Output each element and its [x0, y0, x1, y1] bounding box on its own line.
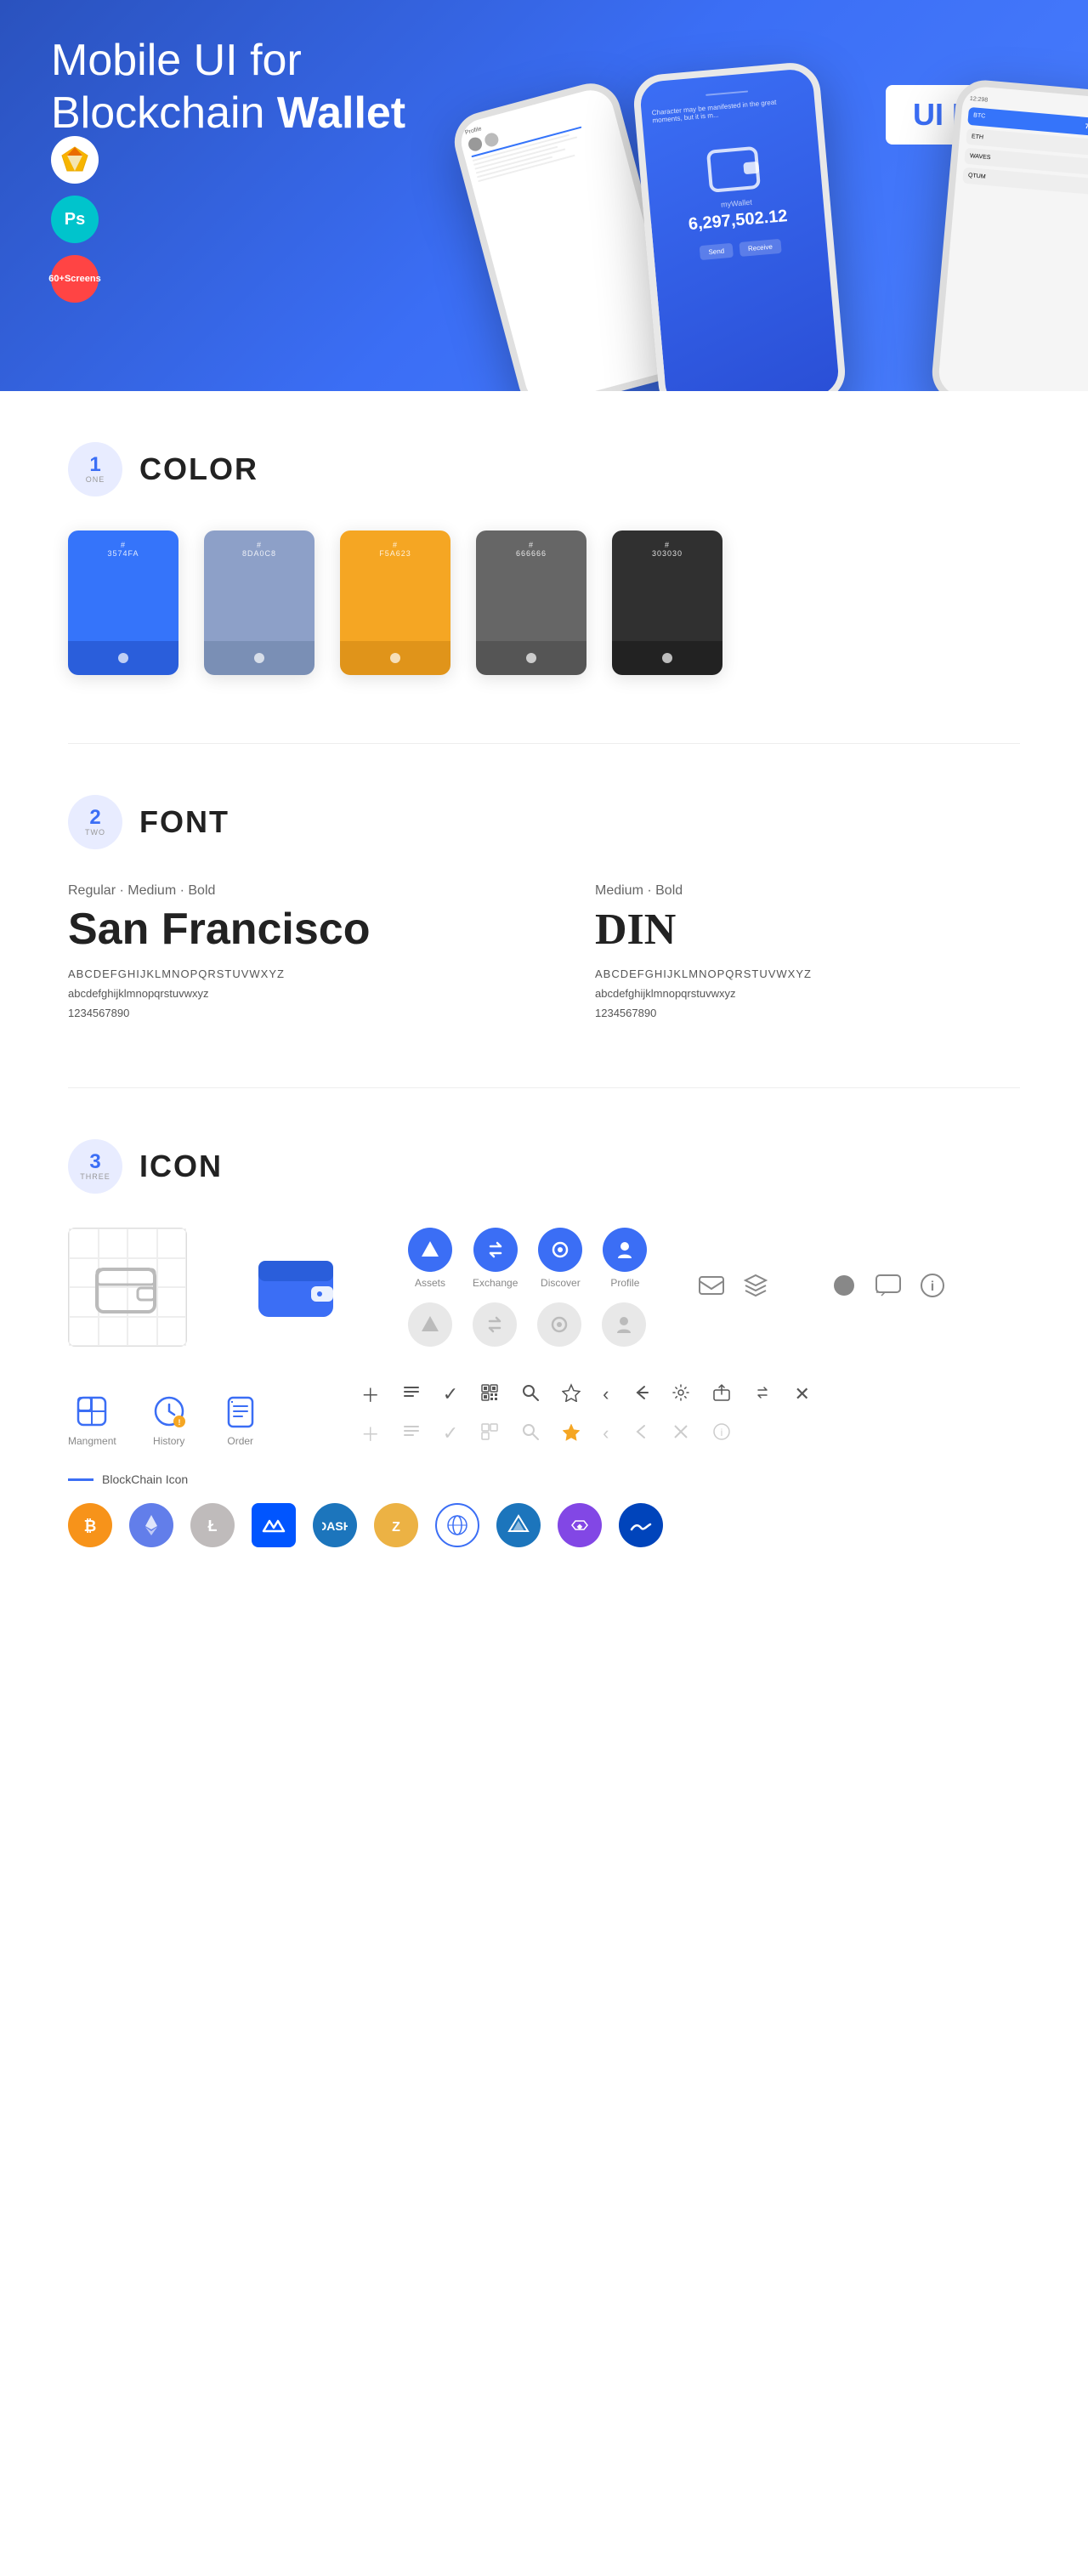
nav-icons-group: Assets Exchange Di — [408, 1228, 647, 1347]
icon-order: Order — [222, 1393, 259, 1447]
extra-icons-group: i — [698, 1272, 946, 1303]
crypto-waves2 — [619, 1503, 663, 1547]
icon-assets: Assets — [408, 1228, 452, 1289]
phone-center: Character may be manifested in the great… — [632, 60, 847, 391]
swap-icon — [753, 1383, 772, 1406]
icon-discover: Discover — [538, 1228, 582, 1289]
font-columns: Regular · Medium · Bold San Francisco AB… — [68, 883, 1020, 1019]
chevron-left-icon: ‹ — [603, 1383, 609, 1405]
crypto-polygon: ◆ — [558, 1503, 602, 1547]
circle-icon — [830, 1272, 858, 1303]
swatch-grayblue: # 8DA0C8 — [204, 531, 314, 675]
phone-right: 12:298708·2003 BTC788-2003 ETH564-912 WA… — [930, 78, 1088, 391]
font-din: Medium · Bold DIN ABCDEFGHIJKLMNOPQRSTUV… — [595, 883, 1020, 1019]
layers-icon — [742, 1272, 769, 1303]
icon-discover-gray — [537, 1302, 581, 1347]
plus-icon: ＋ — [361, 1381, 380, 1408]
svg-text:Ł: Ł — [208, 1518, 218, 1535]
svg-text:Z: Z — [392, 1520, 400, 1535]
icon-history: ! History — [150, 1393, 188, 1447]
font-number: 2 TWO — [68, 795, 122, 849]
chevron-left-icon-faded: ‹ — [603, 1422, 609, 1444]
icon-title: ICON — [139, 1149, 223, 1184]
search-icon — [521, 1383, 540, 1406]
icon-section-header: 3 THREE ICON — [68, 1139, 1020, 1194]
color-swatches: # 3574FA # 8DA0C8 # F5A623 — [68, 531, 1020, 675]
info-icon: i — [919, 1272, 946, 1303]
crypto-strat — [496, 1503, 541, 1547]
icon-exchange: Exchange — [473, 1228, 518, 1289]
share-icon — [631, 1383, 649, 1406]
tool-icons: Ps 60+Screens — [51, 136, 99, 303]
icon-profile: Profile — [603, 1228, 647, 1289]
list-icon — [402, 1383, 421, 1406]
color-section-header: 1 ONE COLOR — [68, 442, 1020, 496]
crypto-zec: Z — [374, 1503, 418, 1547]
icon-grid-outline — [68, 1228, 187, 1347]
icon-guideline-row: Assets Exchange Di — [68, 1228, 1020, 1347]
sketch-icon — [51, 136, 99, 184]
crypto-dash: DASH — [313, 1503, 357, 1547]
blockchain-section: BlockChain Icon ₿ Ł — [68, 1472, 1020, 1547]
swatch-dark: # 303030 — [612, 531, 722, 675]
svg-text:i: i — [721, 1427, 723, 1438]
list-icon-faded — [402, 1422, 421, 1445]
svg-text:₿: ₿ — [84, 1518, 97, 1535]
moon-icon — [786, 1272, 813, 1303]
crypto-waves — [252, 1503, 296, 1547]
star-filled-icon — [562, 1422, 581, 1445]
qr-icon-faded — [480, 1422, 499, 1445]
icon-profile-gray — [602, 1302, 646, 1347]
screens-badge: 60+Screens — [51, 255, 99, 303]
main-content: 1 ONE COLOR # 3574FA # 8DA0C8 — [0, 391, 1088, 1649]
icon-exchange-gray — [473, 1302, 517, 1347]
svg-text:◆: ◆ — [576, 1523, 583, 1530]
font-san-francisco: Regular · Medium · Bold San Francisco AB… — [68, 883, 493, 1019]
info-icon-faded: i — [712, 1422, 731, 1445]
swatch-blue: # 3574FA — [68, 531, 178, 675]
crypto-ltc: Ł — [190, 1503, 235, 1547]
font-section: 2 TWO FONT Regular · Medium · Bold San F… — [68, 795, 1020, 1019]
check-icon-faded: ✓ — [443, 1422, 458, 1444]
search-icon-faded — [521, 1422, 540, 1445]
crypto-world — [435, 1503, 479, 1547]
phone-mockups: Profile Character may be manifested in t… — [459, 68, 1088, 391]
color-title: COLOR — [139, 451, 258, 487]
close-icon: ✕ — [794, 1383, 809, 1405]
crypto-logos: ₿ Ł DASH Z — [68, 1503, 1020, 1547]
chat-bubble-icon — [875, 1272, 902, 1303]
color-number: 1 ONE — [68, 442, 122, 496]
font-title: FONT — [139, 804, 230, 840]
swatch-gray: # 666666 — [476, 531, 586, 675]
hero-title: Mobile UI for Blockchain Wallet — [51, 34, 527, 140]
svg-text:i: i — [931, 1279, 934, 1294]
icon-assets-gray — [408, 1302, 452, 1347]
icon-number: 3 THREE — [68, 1139, 122, 1194]
hero-section: Mobile UI for Blockchain Wallet UI Kit P… — [0, 0, 1088, 391]
svg-text:!: ! — [178, 1418, 180, 1427]
font-section-header: 2 TWO FONT — [68, 795, 1020, 849]
blockchain-label: BlockChain Icon — [68, 1472, 1020, 1486]
photoshop-icon: Ps — [51, 196, 99, 243]
export-icon — [712, 1383, 731, 1406]
swatch-orange: # F5A623 — [340, 531, 450, 675]
crypto-btc: ₿ — [68, 1503, 112, 1547]
icon-section: 3 THREE ICON — [68, 1139, 1020, 1547]
utility-icons-col: ＋ ✓ — [361, 1381, 810, 1447]
crypto-eth — [129, 1503, 173, 1547]
share-icon-faded — [631, 1422, 649, 1445]
icon-management: Mangment — [68, 1393, 116, 1447]
color-section: 1 ONE COLOR # 3574FA # 8DA0C8 — [68, 442, 1020, 675]
qr-icon — [480, 1383, 499, 1406]
settings-icon — [672, 1383, 690, 1406]
bottom-nav-icons: Mangment ! History Ord — [68, 1381, 1020, 1447]
check-icon: ✓ — [443, 1383, 458, 1405]
star-icon — [562, 1383, 581, 1406]
icon-wallet-filled — [238, 1228, 357, 1347]
message-icon — [698, 1272, 725, 1303]
close-icon-faded — [672, 1422, 690, 1445]
svg-text:DASH: DASH — [322, 1519, 348, 1533]
plus-icon-faded: ＋ — [361, 1420, 380, 1447]
